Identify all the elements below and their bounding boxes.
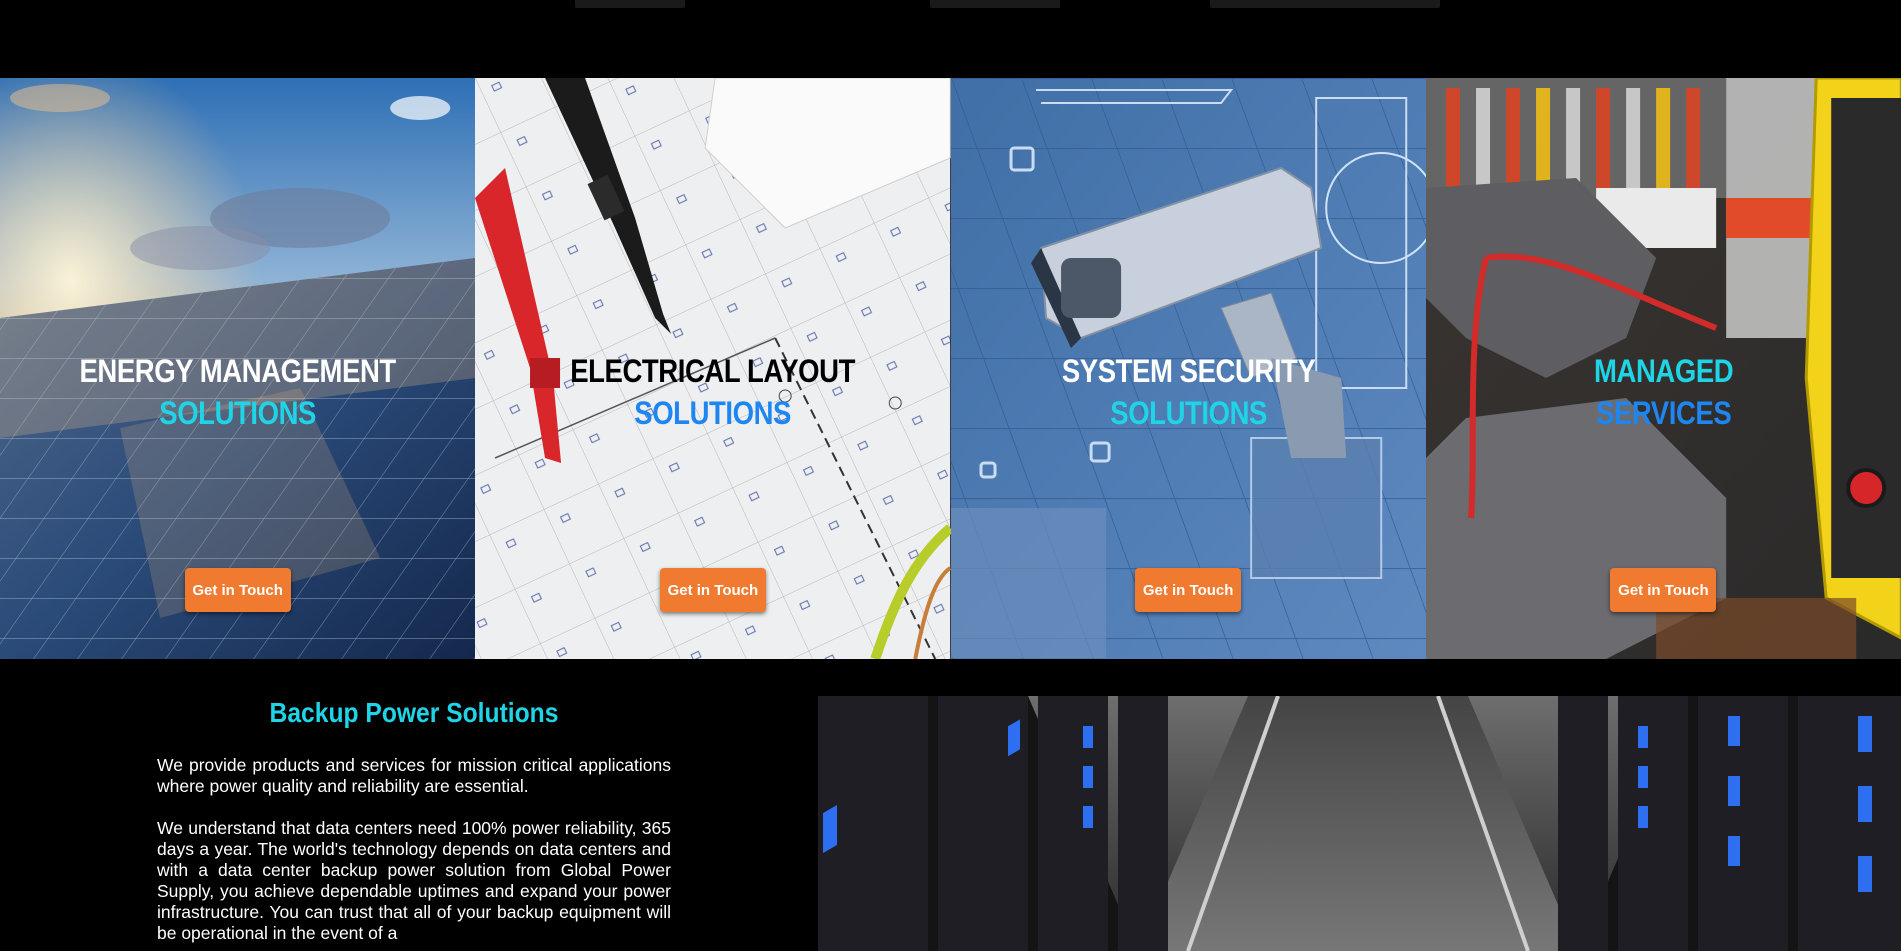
title-line1: MANAGED xyxy=(1593,353,1734,389)
get-in-touch-button[interactable]: Get in Touch xyxy=(659,568,766,612)
title-line2: SOLUTIONS xyxy=(1109,395,1267,431)
get-in-touch-button[interactable]: Get in Touch xyxy=(1135,568,1242,612)
paragraph: We understand that data centers need 100… xyxy=(157,818,671,943)
panel-title: ELECTRICAL LAYOUT SOLUTIONS xyxy=(509,350,918,434)
title-line1: ENERGY MANAGEMENT xyxy=(79,353,396,389)
panel-title: ENERGY MANAGEMENT SOLUTIONS xyxy=(33,350,442,434)
page: ENERGY MANAGEMENT SOLUTIONS Get in Touch xyxy=(0,0,1901,951)
title-line2: SOLUTIONS xyxy=(159,395,316,431)
title-line2: SOLUTIONS xyxy=(634,395,792,431)
get-in-touch-button[interactable]: Get in Touch xyxy=(1610,568,1717,612)
server-room-image xyxy=(818,696,1901,951)
backup-power-section: Backup Power Solutions We provide produc… xyxy=(0,659,1901,951)
panel-title: SYSTEM SECURITY SOLUTIONS xyxy=(984,350,1393,434)
get-in-touch-button[interactable]: Get in Touch xyxy=(184,568,291,612)
title-line1: ELECTRICAL LAYOUT xyxy=(570,353,856,389)
cropped-text xyxy=(1210,0,1440,8)
section-copy: We provide products and services for mis… xyxy=(157,755,671,951)
data-center-image xyxy=(818,696,1901,951)
panel-system-security: SYSTEM SECURITY SOLUTIONS Get in Touch xyxy=(950,78,1426,659)
paragraph: We provide products and services for mis… xyxy=(157,755,671,796)
top-strip xyxy=(0,0,1901,78)
services-panels: ENERGY MANAGEMENT SOLUTIONS Get in Touch xyxy=(0,78,1901,659)
cropped-text xyxy=(575,0,685,8)
cropped-text xyxy=(930,0,1060,8)
title-line2: SERVICES xyxy=(1595,395,1732,431)
panel-electrical-layout: ELECTRICAL LAYOUT SOLUTIONS Get in Touch xyxy=(475,78,951,659)
panel-managed-services: MANAGED SERVICES Get in Touch xyxy=(1425,78,1901,659)
section-heading: Backup Power Solutions xyxy=(269,697,559,728)
title-line1: SYSTEM SECURITY xyxy=(1061,353,1315,389)
panel-energy-management: ENERGY MANAGEMENT SOLUTIONS Get in Touch xyxy=(0,78,476,659)
panel-title: MANAGED SERVICES xyxy=(1459,350,1868,434)
